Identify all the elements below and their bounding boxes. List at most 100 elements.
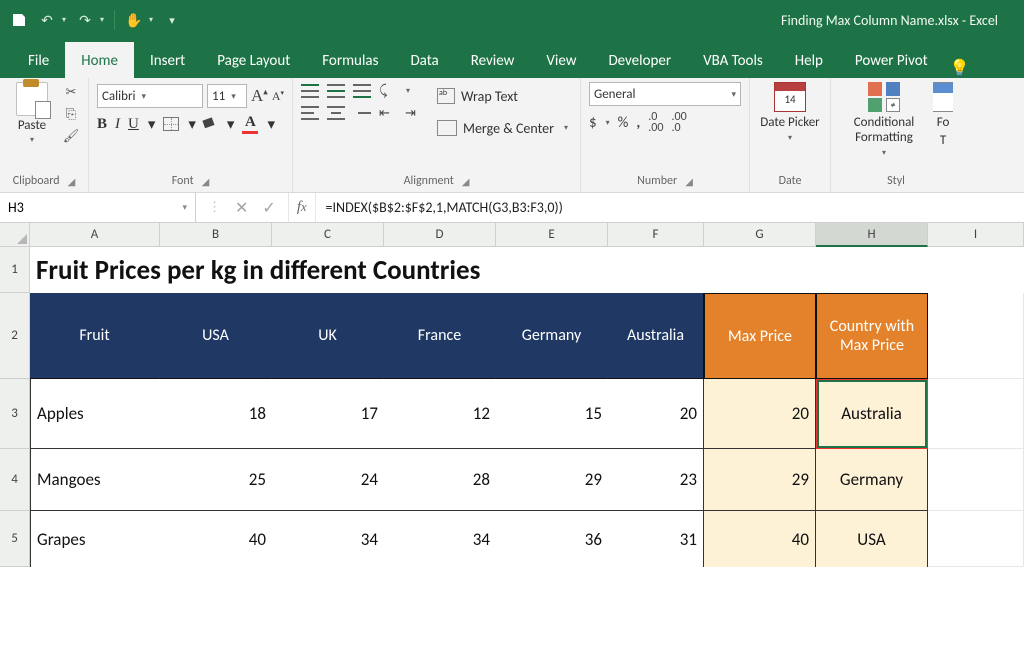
table-header[interactable]: UK (272, 293, 384, 379)
formula-input[interactable]: =INDEX($B$2:$F$2,1,MATCH(G3,B3:F3,0)) (316, 193, 1024, 222)
row-header[interactable]: 3 (0, 379, 30, 449)
table-header[interactable]: Max Price (704, 293, 816, 379)
clipboard-launcher-icon[interactable]: ◢ (68, 175, 76, 188)
cell[interactable]: Germany (816, 449, 928, 511)
percent-format-icon[interactable]: % (618, 114, 629, 132)
cell[interactable]: 36 (496, 511, 608, 567)
decrease-font-icon[interactable]: A▾ (272, 89, 284, 104)
col-header[interactable]: H (816, 223, 928, 247)
tab-insert[interactable]: Insert (134, 42, 201, 78)
cell[interactable] (928, 449, 1024, 511)
table-header[interactable]: Fruit (30, 293, 160, 379)
cell[interactable]: 20 (704, 379, 816, 449)
qat-customize-icon[interactable]: ▾ (163, 11, 181, 29)
col-header[interactable]: C (272, 223, 384, 247)
cell[interactable]: 12 (384, 379, 496, 449)
cell[interactable]: 17 (272, 379, 384, 449)
row-header[interactable]: 5 (0, 511, 30, 567)
alignment-launcher-icon[interactable]: ◢ (462, 175, 470, 188)
copy-icon[interactable]: ⎘ (62, 106, 80, 122)
align-top-icon[interactable] (301, 84, 319, 98)
cell[interactable]: 34 (272, 511, 384, 567)
row-header[interactable]: 1 (0, 247, 30, 293)
tab-help[interactable]: Help (779, 42, 839, 78)
table-header[interactable]: Country with Max Price (816, 293, 928, 379)
cell[interactable] (928, 379, 1024, 449)
comma-format-icon[interactable]: , (636, 114, 640, 132)
select-all-corner[interactable] (0, 223, 30, 247)
fill-color-button[interactable] (204, 118, 218, 130)
tab-formulas[interactable]: Formulas (306, 42, 394, 78)
tab-developer[interactable]: Developer (592, 42, 687, 78)
align-right-icon[interactable] (353, 106, 371, 120)
tab-vba-tools[interactable]: VBA Tools (687, 42, 779, 78)
font-size-combo[interactable]: 11▾ (207, 84, 247, 108)
fx-icon[interactable]: fx (288, 193, 316, 222)
col-header[interactable]: E (496, 223, 608, 247)
cell[interactable]: 28 (384, 449, 496, 511)
number-format-combo[interactable]: General▾ (589, 82, 741, 106)
col-header[interactable]: I (928, 223, 1024, 247)
touch-mode-icon[interactable]: ✋ (125, 11, 143, 29)
cell[interactable]: Apples (30, 379, 160, 449)
underline-button[interactable]: U (128, 116, 139, 133)
col-header[interactable]: B (160, 223, 272, 247)
increase-decimal-icon[interactable]: .0.00 (648, 112, 663, 134)
cell[interactable]: 24 (272, 449, 384, 511)
tab-home[interactable]: Home (65, 42, 134, 78)
cancel-formula-icon[interactable]: ✕ (235, 198, 248, 218)
accounting-format-icon[interactable]: $ (589, 114, 597, 132)
tab-review[interactable]: Review (455, 42, 531, 78)
wrap-text-button[interactable]: Wrap Text (433, 82, 572, 110)
cell[interactable]: 34 (384, 511, 496, 567)
row-header[interactable]: 4 (0, 449, 30, 511)
cell[interactable]: 40 (704, 511, 816, 567)
cell[interactable] (928, 511, 1024, 567)
cell[interactable]: USA (816, 511, 928, 567)
table-header[interactable]: Australia (608, 293, 704, 379)
align-middle-icon[interactable] (327, 84, 345, 98)
paste-button[interactable]: Paste ▾ (8, 82, 56, 145)
table-header[interactable]: France (384, 293, 496, 379)
cell[interactable]: 20 (608, 379, 704, 449)
cell[interactable] (928, 293, 1024, 379)
conditional-formatting-button[interactable]: ≠ Conditional Formatting▾ (839, 82, 929, 158)
date-picker-button[interactable]: Date Picker▾ (758, 82, 822, 143)
align-center-icon[interactable] (327, 106, 345, 120)
cut-icon[interactable]: ✂ (62, 84, 80, 100)
redo-icon[interactable]: ↷ (76, 11, 94, 29)
table-header[interactable]: USA (160, 293, 272, 379)
cell[interactable]: Australia (816, 379, 928, 449)
col-header[interactable]: A (30, 223, 160, 247)
cell[interactable]: Mangoes (30, 449, 160, 511)
col-header[interactable]: F (608, 223, 704, 247)
font-launcher-icon[interactable]: ◢ (202, 175, 210, 188)
number-launcher-icon[interactable]: ◢ (685, 175, 693, 188)
cell[interactable]: 40 (160, 511, 272, 567)
increase-font-icon[interactable]: A▴ (251, 86, 268, 106)
format-as-table-button[interactable]: Fo T (933, 82, 953, 148)
row-header[interactable]: 2 (0, 293, 30, 379)
name-box[interactable]: H3▾ (0, 193, 196, 222)
increase-indent-icon[interactable]: ⇥ (405, 106, 423, 120)
italic-button[interactable]: I (115, 116, 120, 133)
format-painter-icon[interactable]: 🖌 (62, 128, 80, 144)
table-header[interactable]: Germany (496, 293, 608, 379)
enter-formula-icon[interactable]: ✓ (262, 198, 275, 218)
cell[interactable]: 31 (608, 511, 704, 567)
merge-center-button[interactable]: Merge & Center▾ (433, 114, 572, 142)
cell[interactable]: 29 (704, 449, 816, 511)
cell[interactable]: 23 (608, 449, 704, 511)
orientation-icon[interactable]: ⤹ (379, 82, 397, 100)
tab-page-layout[interactable]: Page Layout (201, 42, 306, 78)
save-icon[interactable] (10, 11, 28, 29)
undo-icon[interactable]: ↶ (38, 11, 56, 29)
borders-button[interactable] (163, 117, 179, 131)
tab-view[interactable]: View (530, 42, 592, 78)
bold-button[interactable]: B (97, 116, 107, 133)
tab-data[interactable]: Data (394, 42, 454, 78)
cell[interactable]: Grapes (30, 511, 160, 567)
align-left-icon[interactable] (301, 106, 319, 120)
font-name-combo[interactable]: Calibri▾ (97, 84, 203, 108)
col-header[interactable]: G (704, 223, 816, 247)
